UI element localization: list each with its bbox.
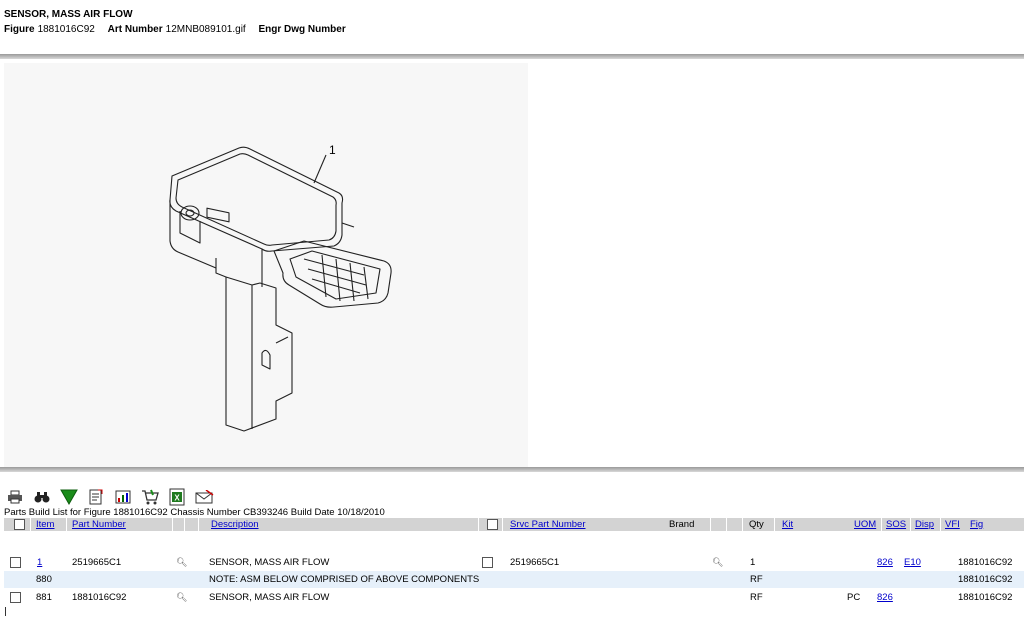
row-service-checkbox[interactable] — [482, 557, 493, 568]
grid-header: Item Part Number Description Srvc Part N… — [4, 518, 1024, 531]
grid-toolbar: X — [4, 488, 215, 506]
row-sos-link[interactable]: 826 — [877, 557, 893, 568]
chart-icon[interactable] — [112, 488, 134, 506]
row-service-part-number: 2519665C1 — [510, 557, 560, 568]
row-sos-link[interactable]: 826 — [877, 592, 893, 603]
illustration-canvas[interactable]: 1 — [4, 63, 528, 467]
illustration-pane: 1 — [0, 59, 1024, 467]
printer-icon[interactable] — [4, 488, 26, 506]
column-disp[interactable]: Disp — [915, 519, 934, 530]
service-zoom-icon[interactable]: 🔍︎ — [712, 557, 723, 568]
figure-info: Figure 1881016C92 Art Number 12MNB089101.g… — [4, 24, 349, 35]
row-disp-link[interactable]: E10 — [904, 557, 921, 568]
table-row[interactable]: 881 1881016C92 🔍︎ SENSOR, MASS AIR FLOW … — [4, 589, 1024, 606]
filter-icon[interactable] — [58, 488, 80, 506]
column-sos[interactable]: SOS — [886, 519, 906, 530]
email-icon[interactable] — [193, 488, 215, 506]
select-all-checkbox[interactable] — [14, 519, 25, 530]
column-qty: Qty — [749, 519, 764, 530]
row-part-number: 2519665C1 — [72, 557, 122, 568]
column-uom[interactable]: UOM — [854, 519, 876, 530]
column-part-number[interactable]: Part Number — [72, 519, 126, 530]
row-qty: RF — [750, 592, 763, 603]
row-fig: 1881016C92 — [958, 557, 1013, 568]
excel-export-icon[interactable]: X — [166, 488, 188, 506]
figure-value: 1881016C92 — [37, 24, 95, 35]
select-all-service-checkbox[interactable] — [487, 519, 498, 530]
column-fig[interactable]: Fig — [970, 519, 983, 530]
cart-icon[interactable] — [139, 488, 161, 506]
table-row[interactable]: 1 2519665C1 🔍︎ SENSOR, MASS AIR FLOW 251… — [4, 554, 1024, 571]
row-item[interactable]: 1 — [37, 557, 42, 568]
engr-dwg-label: Engr Dwg Number — [258, 24, 346, 35]
column-item[interactable]: Item — [36, 519, 54, 530]
build-list-caption: Parts Build List for Figure 1881016C92 C… — [4, 507, 385, 518]
zoom-icon[interactable]: 🔍︎ — [176, 557, 187, 568]
text-cursor — [5, 607, 6, 616]
document-add-icon[interactable] — [85, 488, 107, 506]
column-brand: Brand — [669, 519, 695, 530]
callout-label[interactable]: 1 — [329, 143, 336, 157]
column-kit[interactable]: Kit — [782, 519, 793, 530]
row-description: SENSOR, MASS AIR FLOW — [209, 592, 330, 603]
binoculars-icon[interactable] — [31, 488, 53, 506]
art-number-label: Art Number — [107, 24, 163, 35]
row-qty: RF — [750, 574, 763, 585]
row-note-text: NOTE: ASM BELOW COMPRISED OF ABOVE COMPO… — [209, 574, 480, 585]
page-title: SENSOR, MASS AIR FLOW — [4, 9, 133, 20]
figure-label: Figure — [4, 24, 35, 35]
column-vfi[interactable]: VFI — [945, 519, 960, 530]
row-description: SENSOR, MASS AIR FLOW — [209, 557, 330, 568]
row-part-number: 1881016C92 — [72, 592, 127, 603]
column-description[interactable]: Description — [211, 519, 259, 530]
mass-air-flow-sensor-drawing: 1 — [169, 143, 392, 432]
row-item: 881 — [36, 592, 52, 603]
svg-text:X: X — [174, 494, 180, 503]
art-number-value: 12MNB089101.gif — [165, 24, 246, 35]
table-row-note: 880 NOTE: ASM BELOW COMPRISED OF ABOVE C… — [4, 571, 1024, 588]
row-uom: PC — [847, 592, 861, 603]
row-fig: 1881016C92 — [958, 574, 1013, 585]
zoom-icon[interactable]: 🔍︎ — [176, 592, 187, 603]
row-fig: 1881016C92 — [958, 592, 1013, 603]
column-service-part-number[interactable]: Srvc Part Number — [510, 519, 586, 530]
illustration-divider — [0, 467, 1024, 472]
row-qty: 1 — [750, 557, 756, 568]
row-checkbox[interactable] — [10, 557, 21, 568]
row-item: 880 — [36, 574, 52, 585]
row-checkbox[interactable] — [10, 592, 21, 603]
